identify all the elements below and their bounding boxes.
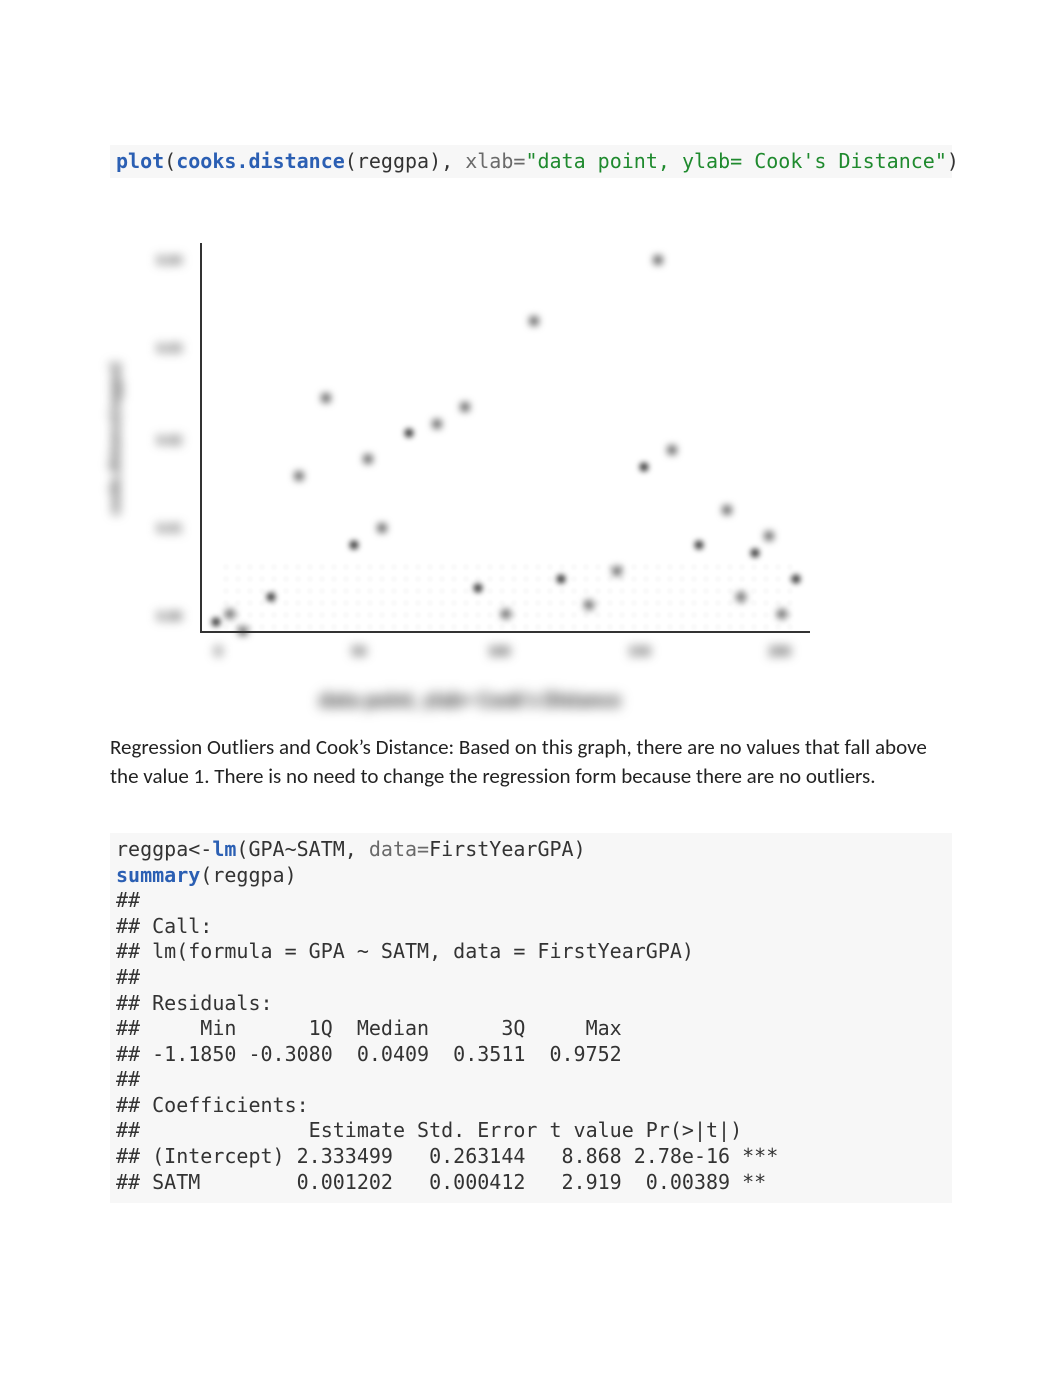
scatter-point [667, 445, 676, 454]
scatter-point [322, 394, 331, 403]
x-tick: 50 [351, 643, 366, 661]
scatter-point [294, 471, 303, 480]
y-tick: 0.03 [148, 340, 182, 357]
scatter-point [474, 583, 483, 592]
y-axis-label: cooks.distance(reggpa) [98, 233, 132, 643]
x-ticks: 0 50 100 150 200 [200, 643, 810, 665]
scatter-point [377, 523, 386, 532]
scatter-point [723, 506, 732, 515]
fn-lm: lm [212, 837, 236, 861]
arg-reggpa: reggpa [357, 149, 429, 173]
scatter-point [750, 549, 759, 558]
scatter-point [557, 575, 566, 584]
summary-args: (reggpa) [200, 863, 296, 887]
string-xlab: "data point, ylab= Cook's Distance" [525, 149, 946, 173]
scatter-point [432, 420, 441, 429]
plot-area [200, 243, 810, 633]
scatter-point [764, 532, 773, 541]
named-arg-data: data= [369, 837, 429, 861]
y-tick: 0.01 [148, 520, 182, 537]
scatter-point [695, 540, 704, 549]
plot-inner: cooks.distance(reggpa) 0.00 0.01 0.02 0.… [110, 233, 830, 703]
x-tick: 200 [768, 643, 791, 661]
r-console-output: ## ## Call: ## lm(formula = GPA ~ SATM, … [116, 888, 790, 1194]
lm-args-close: FirstYearGPA) [429, 837, 586, 861]
fn-cooks-distance: cooks.distance [176, 149, 345, 173]
scatter-point [736, 592, 745, 601]
scatter-point [529, 316, 538, 325]
scatter-point [267, 592, 276, 601]
paren: ( [345, 149, 357, 173]
y-tick: 0.02 [148, 432, 182, 449]
x-tick: 100 [487, 643, 510, 661]
scatter-point [654, 256, 663, 265]
scatter-point [584, 601, 593, 610]
code-block-plot: plot(cooks.distance(reggpa), xlab="data … [110, 145, 952, 178]
scatter-point [405, 428, 414, 437]
y-ticks: 0.00 0.01 0.02 0.03 0.04 [148, 233, 182, 633]
scatter-point [612, 566, 621, 575]
cooks-distance-plot: cooks.distance(reggpa) 0.00 0.01 0.02 0.… [110, 233, 952, 703]
scatter-point [460, 402, 469, 411]
scatter-point [792, 575, 801, 584]
lm-args-open: (GPA~SATM, [236, 837, 368, 861]
scatter-point [502, 609, 511, 618]
x-axis-label: data point, ylab= Cook's Distance [110, 686, 830, 713]
interpretation-paragraph: Regression Outliers and Cook’s Distance:… [110, 733, 952, 791]
named-arg-xlab: xlab= [465, 149, 525, 173]
scatter-point [211, 618, 220, 627]
y-tick: 0.04 [148, 252, 182, 269]
x-tick: 0 [214, 643, 222, 661]
dense-baseline-cluster [220, 561, 792, 631]
y-tick: 0.00 [148, 608, 182, 625]
scatter-point [225, 609, 234, 618]
paren-close-comma: ), [429, 149, 465, 173]
paren: ( [164, 149, 176, 173]
scatter-point [778, 609, 787, 618]
x-tick: 150 [628, 643, 651, 661]
fn-plot: plot [116, 149, 164, 173]
scatter-point [640, 463, 649, 472]
code-block-summary: reggpa<-lm(GPA~SATM, data=FirstYearGPA) … [110, 833, 952, 1203]
paren-close: ) [947, 149, 959, 173]
scatter-point [350, 540, 359, 549]
scatter-point [239, 627, 248, 636]
fn-summary: summary [116, 863, 200, 887]
assign-reggpa: reggpa<- [116, 837, 212, 861]
scatter-point [363, 454, 372, 463]
